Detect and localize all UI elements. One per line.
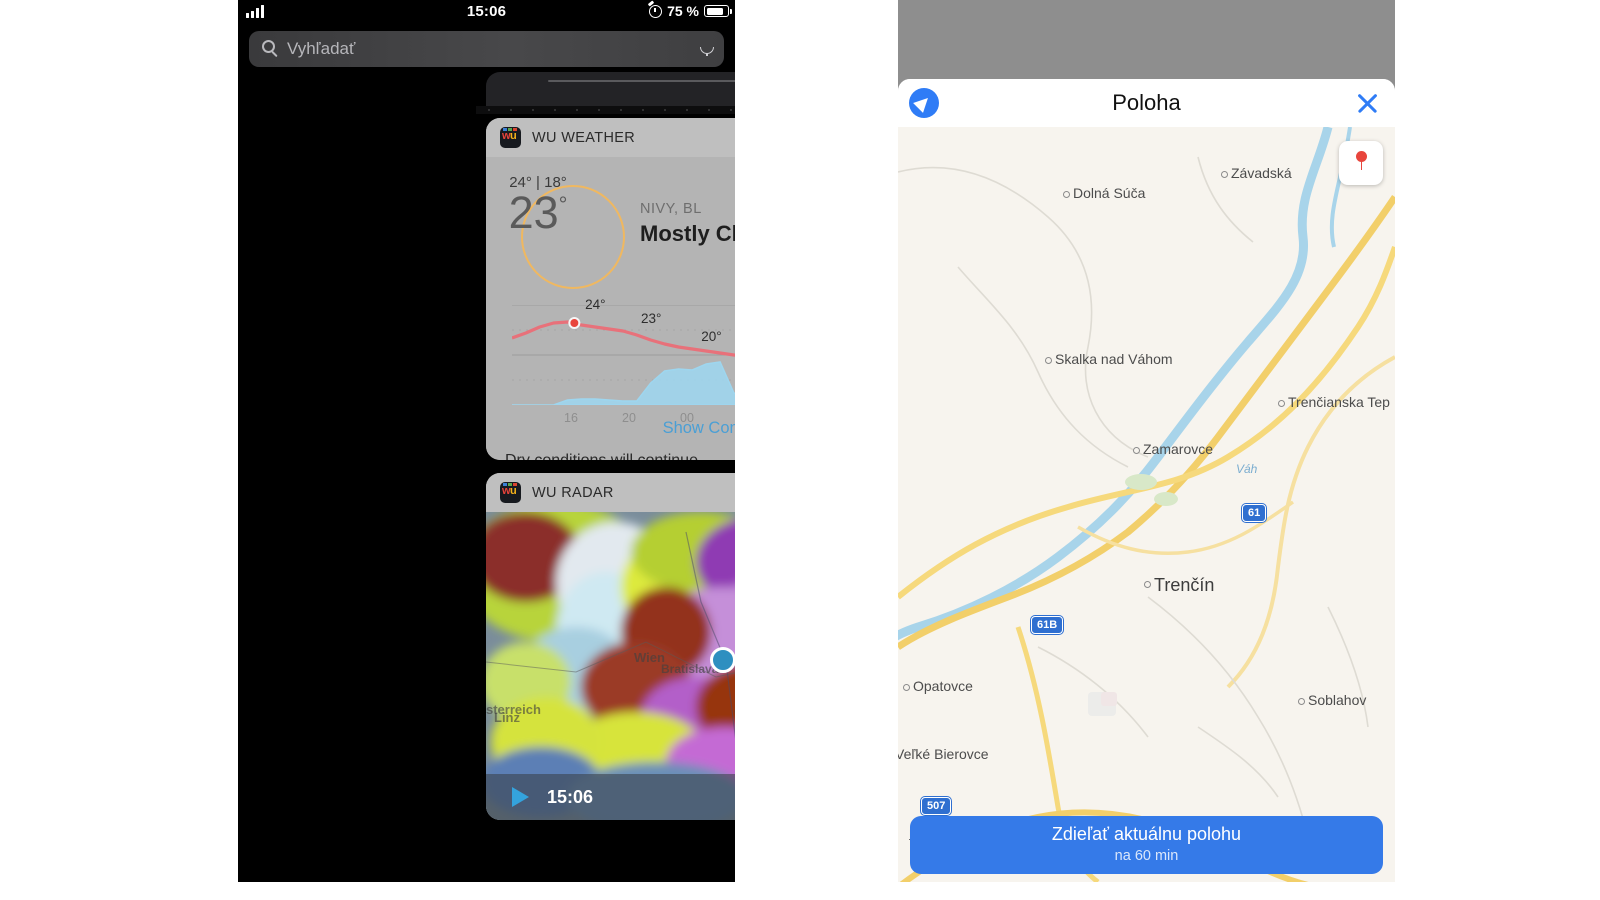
phone-screen: 15:06 75 % Vyhľadať wu WU WEATHER Zobraz… — [238, 0, 735, 882]
radar-label-gyor: Győr — [734, 705, 735, 719]
partial-notification-card[interactable] — [486, 72, 735, 107]
search-input[interactable]: Vyhľadať — [249, 31, 724, 67]
weather-widget-title: WU WEATHER — [532, 129, 636, 146]
show-conditions-button[interactable]: Show Conditions — [486, 419, 735, 438]
radar-map-image[interactable]: Linz Wien Bratislava Slovensko Győr Buda… — [486, 512, 735, 820]
radar-widget-title: WU RADAR — [532, 484, 614, 501]
radar-widget-header: wu WU RADAR Zobraziť menej — [486, 473, 735, 512]
current-temperature-value: 23 — [508, 187, 559, 238]
close-icon[interactable] — [1353, 89, 1381, 117]
map-view[interactable]: Dolná Súča Závadská Skalka nad Váhom Trenči… — [898, 127, 1395, 882]
location-sheet-title: Poloha — [1112, 90, 1181, 115]
location-sheet-header: Poloha — [898, 79, 1395, 127]
wu-app-icon: wu — [500, 127, 521, 148]
map-pin-icon — [1356, 151, 1367, 170]
map-place-label: Dolná Súča — [1073, 185, 1146, 201]
weather-widget-card[interactable]: wu WU WEATHER Zobraziť menej 24° | 18° 2… — [486, 118, 735, 460]
weather-note: Dry conditions will continue. — [505, 452, 702, 460]
chart-point-label: 24° — [585, 297, 606, 312]
road-shield: 61B — [1031, 616, 1064, 634]
chart-point-label: 20° — [701, 329, 722, 344]
map-place-label: Opatovce — [913, 678, 973, 694]
map-place-dot — [1045, 357, 1052, 364]
wu-app-icon: wu — [500, 482, 521, 503]
microphone-icon[interactable] — [699, 38, 714, 56]
share-location-button[interactable]: Zdieľať aktuálnu polohu na 60 min — [910, 816, 1383, 874]
map-place-label: Zamarovce — [1143, 441, 1214, 457]
degree-symbol: ° — [558, 192, 568, 217]
weather-location: NIVY, BL — [640, 201, 702, 217]
search-placeholder: Vyhľadať — [287, 39, 356, 58]
search-icon — [262, 40, 275, 53]
weather-widget-header: wu WU WEATHER Zobraziť menej — [486, 118, 735, 157]
precipitation-area-series — [512, 361, 735, 405]
current-location-dot — [710, 647, 735, 673]
battery-icon — [704, 5, 732, 17]
share-location-label: Zdieľať aktuálnu polohu — [1051, 824, 1242, 844]
radar-widget-card[interactable]: wu WU RADAR Zobraziť menej — [486, 473, 735, 820]
weather-widget-body: 24° | 18° 23° NIVY, BL Mostly Cloudy — [486, 157, 735, 460]
status-bar: 15:06 75 % — [238, 0, 735, 26]
road-shield: 507 — [921, 797, 952, 815]
map-place-label: Veľké Bierovce — [898, 746, 989, 762]
location-sheet: Poloha Dolná Súča Závadská Skalka nad Vá… — [898, 79, 1395, 882]
map-place-label: Skalka nad Váhom — [1055, 351, 1173, 367]
map-place-dot — [1063, 191, 1070, 198]
map-place-label: Závadská — [1231, 165, 1292, 181]
map-place-dot — [1221, 171, 1228, 178]
chart-point-label: 23° — [641, 311, 662, 326]
river-label: Váh — [1236, 462, 1258, 476]
status-bar-right: 75 % — [649, 3, 732, 19]
play-icon[interactable] — [512, 787, 529, 807]
search-bar-container: Vyhľadať — [238, 26, 735, 72]
battery-percent: 75 % — [667, 3, 699, 19]
map-place-dot — [1278, 400, 1285, 407]
temperature-marker-dot — [568, 317, 581, 329]
map-place-dot — [1133, 447, 1140, 454]
map-place-dot — [903, 684, 910, 691]
map-place-dot — [1144, 581, 1151, 588]
map-vector-layer — [898, 127, 1395, 882]
map-place-label: Trenčianska Tep — [1288, 394, 1390, 410]
radar-label-osterreich: sterreich — [486, 702, 541, 717]
radar-timestamp: 15:06 — [547, 786, 594, 807]
alarm-clock-icon — [649, 4, 663, 18]
weather-condition: Mostly Cloudy — [640, 221, 735, 246]
map-place-label: Trenčín — [1154, 575, 1215, 595]
location-sheet-backdrop: Poloha Dolná Súča Závadská Skalka nad Vá… — [898, 0, 1395, 882]
notification-separator — [476, 106, 735, 114]
road-shield: 61 — [1242, 504, 1267, 522]
map-pin-button[interactable] — [1339, 141, 1383, 185]
radar-playback-bar: 15:06 — [486, 774, 735, 820]
map-place-label: Soblahov — [1308, 692, 1367, 708]
weather-chart — [512, 305, 735, 405]
share-location-duration: na 60 min — [1114, 848, 1179, 864]
map-place-dot — [1298, 698, 1305, 705]
current-temperature: 23° — [486, 190, 590, 235]
